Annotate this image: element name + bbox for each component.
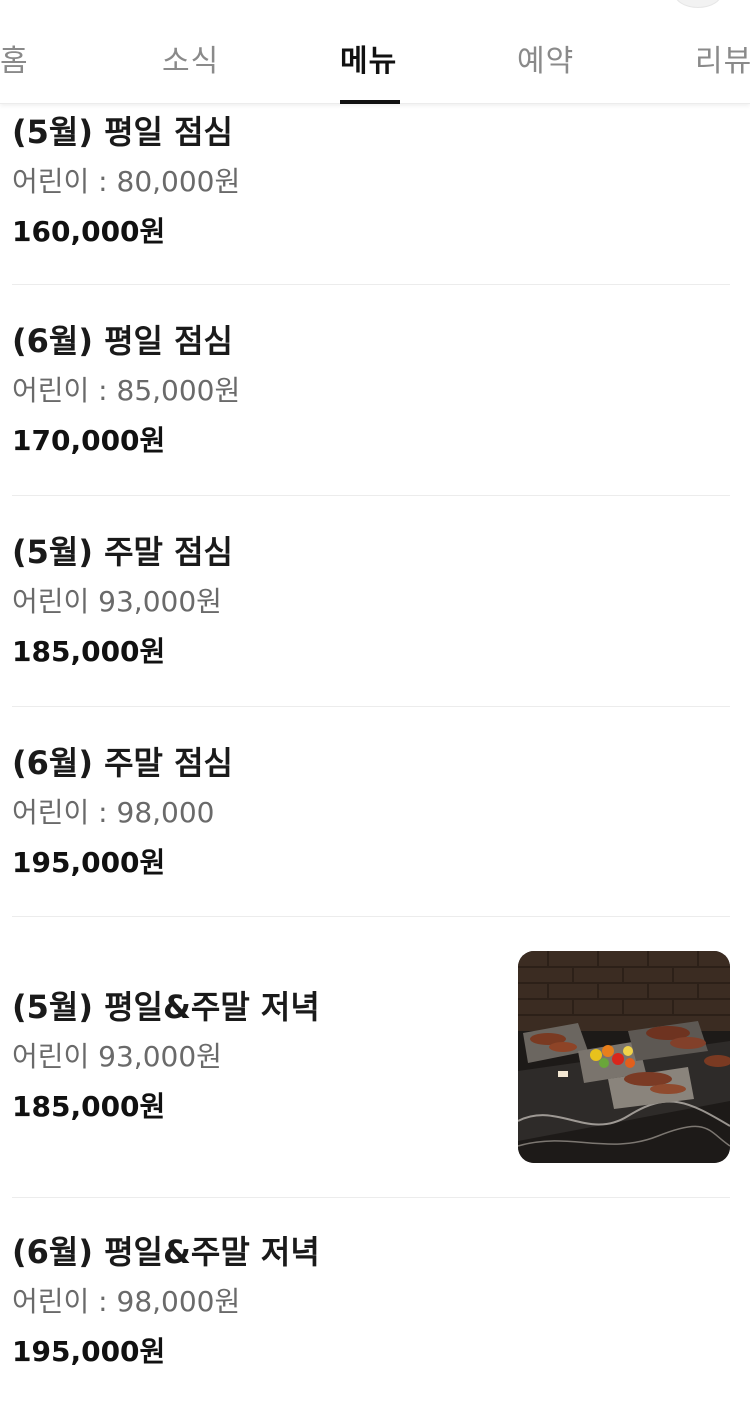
menu-item-description: 어린이 : 80,000원 [12,165,241,198]
active-tab-indicator [340,100,400,104]
menu-item-description: 어린이 93,000원 [12,1040,222,1073]
menu-item[interactable]: (6월) 평일 점심 어린이 : 85,000원 170,000원 [12,285,730,496]
menu-item-price: 170,000원 [12,424,166,457]
menu-page: 홈 소식 메뉴 예약 리뷰 (5월) 평일 점심 어린이 : 80,000원 1… [0,0,750,1406]
menu-item-name: (5월) 평일&주말 저녁 [12,988,320,1026]
menu-item[interactable]: (5월) 주말 점심 어린이 93,000원 185,000원 [12,496,730,707]
menu-item[interactable]: (6월) 평일&주말 저녁 어린이 : 98,000원 195,000원 [12,1198,730,1406]
tab-menu[interactable]: 메뉴 [340,36,397,80]
menu-item-name: (6월) 평일&주말 저녁 [12,1233,320,1271]
menu-item-name: (6월) 평일 점심 [12,322,233,360]
tab-home[interactable]: 홈 [0,36,29,80]
menu-item-price: 185,000원 [12,635,166,668]
menu-item-price: 185,000원 [12,1090,166,1123]
menu-item-price: 195,000원 [12,846,166,879]
menu-item-description: 어린이 : 98,000 [12,796,215,829]
tab-reservation[interactable]: 예약 [517,36,574,80]
menu-list: (5월) 평일 점심 어린이 : 80,000원 160,000원 (6월) 평… [0,104,750,1406]
menu-item-price: 195,000원 [12,1335,166,1368]
menu-item[interactable]: (6월) 주말 점심 어린이 : 98,000 195,000원 [12,707,730,917]
menu-item-description: 어린이 93,000원 [12,585,222,618]
menu-item[interactable]: (5월) 평일 점심 어린이 : 80,000원 160,000원 [12,104,730,285]
menu-item-name: (5월) 주말 점심 [12,533,233,571]
menu-item[interactable]: (5월) 평일&주말 저녁 어린이 93,000원 185,000원 [12,917,730,1198]
menu-item-photo[interactable] [518,951,730,1163]
menu-item-description: 어린이 : 98,000원 [12,1285,241,1318]
menu-item-description: 어린이 : 85,000원 [12,374,241,407]
menu-item-price: 160,000원 [12,215,166,248]
menu-item-name: (5월) 평일 점심 [12,113,233,151]
tab-news[interactable]: 소식 [162,36,219,80]
menu-item-name: (6월) 주말 점심 [12,744,233,782]
tab-bar: 홈 소식 메뉴 예약 리뷰 [0,0,750,104]
tab-reviews[interactable]: 리뷰 [695,36,750,80]
buffet-grill-photo [518,951,730,1163]
top-button-edge [674,0,722,8]
